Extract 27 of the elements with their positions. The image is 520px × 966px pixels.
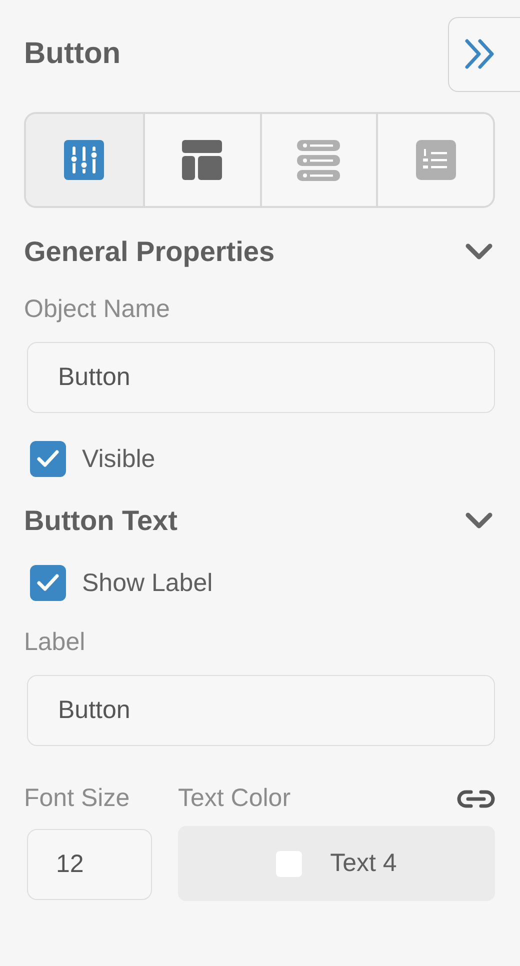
field-label: Text Color [178, 784, 291, 813]
field-label: Label [24, 628, 86, 657]
numbered-list-icon [416, 140, 456, 180]
chevron-icon[interactable] [465, 512, 493, 530]
color-picker-button[interactable]: Text 4 [178, 826, 495, 901]
field-label: Font Size [24, 784, 131, 813]
panel-title: Button [24, 37, 121, 71]
section-title: General Properties [24, 236, 275, 268]
checkmark-icon [37, 450, 59, 467]
checkbox[interactable] [30, 441, 66, 477]
text-field[interactable]: Button [27, 675, 495, 746]
chevron-icon[interactable] [465, 243, 493, 261]
checkbox-label: Show Label [82, 568, 213, 598]
collapse-button[interactable] [448, 16, 520, 92]
section-title: Button Text [24, 505, 178, 537]
checkbox-label: Visible [82, 444, 156, 474]
font-size-field[interactable]: 12 [27, 829, 152, 900]
field-label: Object Name [24, 295, 171, 324]
sliders-icon [64, 140, 104, 180]
link-icon[interactable] [457, 788, 495, 808]
tab[interactable] [26, 114, 143, 206]
checkbox[interactable] [30, 565, 66, 601]
list-icon [297, 140, 340, 180]
checkmark-icon [37, 574, 59, 591]
double-chevron-icon [463, 37, 497, 71]
layout-icon [182, 140, 222, 180]
text-field[interactable]: Button [27, 342, 495, 413]
